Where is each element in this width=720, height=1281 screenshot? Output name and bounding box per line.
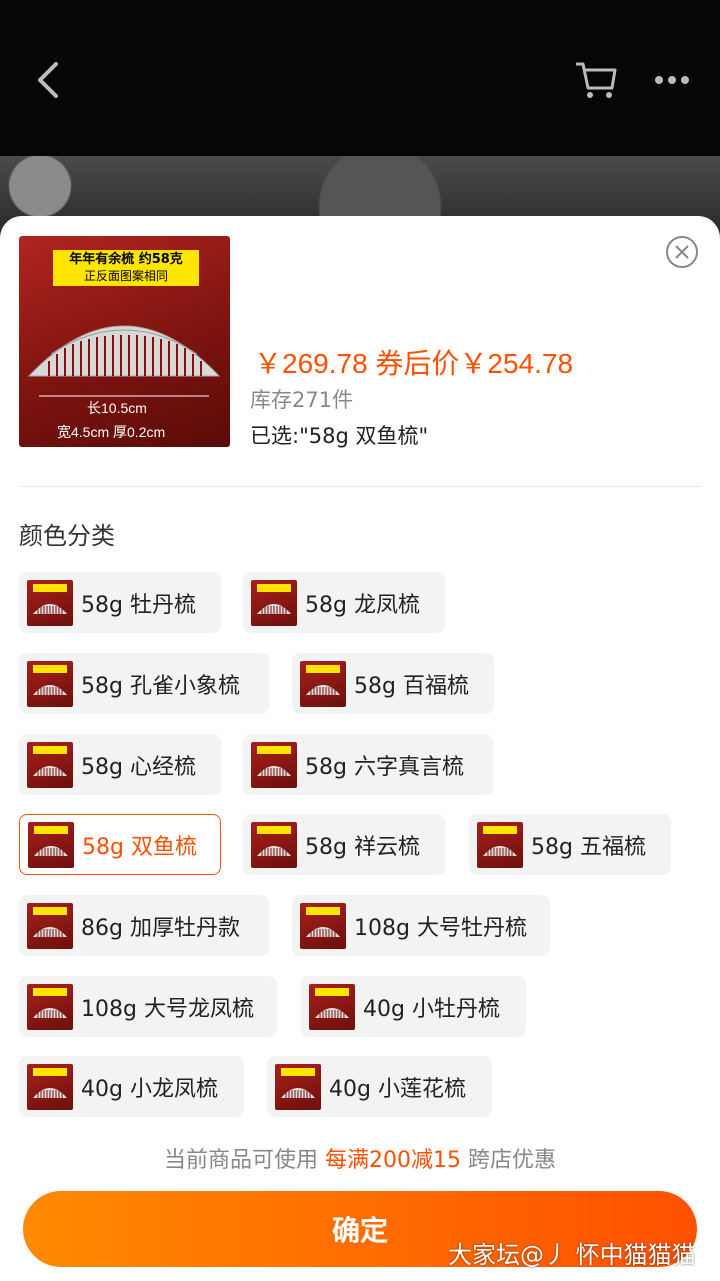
variant-option-label: 58g 祥云梳 <box>305 834 420 860</box>
promo-prefix: 当前商品可使用 <box>163 1148 318 1173</box>
variant-thumbnail <box>300 902 346 949</box>
variant-thumbnail <box>251 821 297 868</box>
variant-section-title: 颜色分类 <box>19 522 115 550</box>
stock-count: 库存271件 <box>250 388 354 412</box>
sku-selector-sheet: 年年有余梳 约58克 正反面图案相同 长10.5cm 宽4.5cm 厚0.2cm <box>0 216 720 1281</box>
variant-thumbnail <box>28 821 74 868</box>
divider <box>19 486 700 487</box>
thumb-length-label: 长10.5cm <box>87 400 147 416</box>
variant-thumbnail <box>27 579 73 626</box>
variant-thumbnail <box>309 983 355 1030</box>
variant-option[interactable]: 58g 心经梳 <box>19 734 221 795</box>
variant-option[interactable]: 108g 大号龙凤梳 <box>19 976 277 1037</box>
variant-thumbnail <box>251 741 297 788</box>
promo-highlight[interactable]: 每满200减15 <box>325 1148 461 1173</box>
variant-option-label: 58g 双鱼梳 <box>82 834 197 860</box>
variant-thumbnail <box>27 1063 73 1110</box>
variant-option[interactable]: 40g 小牡丹梳 <box>301 976 526 1037</box>
variant-thumbnail <box>27 741 73 788</box>
variant-thumbnail <box>27 902 73 949</box>
back-button[interactable] <box>18 50 78 110</box>
variant-option[interactable]: 40g 小龙凤梳 <box>19 1056 244 1117</box>
variant-option-label: 40g 小莲花梳 <box>329 1076 466 1102</box>
variant-option[interactable]: 58g 六字真言梳 <box>243 734 493 795</box>
variant-option-label: 58g 牡丹梳 <box>81 592 196 618</box>
variant-thumbnail <box>300 660 346 707</box>
variant-thumbnail <box>477 821 523 868</box>
variant-option[interactable]: 58g 百福梳 <box>292 653 494 714</box>
variant-option[interactable]: 108g 大号牡丹梳 <box>292 895 550 956</box>
variant-thumbnail <box>251 579 297 626</box>
close-icon <box>675 245 689 259</box>
close-button[interactable] <box>666 236 698 268</box>
variant-option[interactable]: 58g 龙凤梳 <box>243 572 445 633</box>
promo-suffix: 跨店优惠 <box>468 1148 557 1173</box>
variant-option[interactable]: 40g 小莲花梳 <box>267 1056 492 1117</box>
variant-option-label: 108g 大号牡丹梳 <box>354 915 527 941</box>
variant-option-label: 40g 小牡丹梳 <box>363 996 500 1022</box>
variant-option-label: 58g 龙凤梳 <box>305 592 420 618</box>
cart-button[interactable] <box>566 50 626 110</box>
thumb-size-label: 宽4.5cm 厚0.2cm <box>57 424 166 440</box>
variant-option[interactable]: 86g 加厚牡丹款 <box>19 895 269 956</box>
cart-icon <box>576 62 617 98</box>
variant-option-label: 58g 六字真言梳 <box>305 754 464 780</box>
variant-option-label: 58g 心经梳 <box>81 754 196 780</box>
variant-thumbnail <box>275 1063 321 1110</box>
variant-option-label: 58g 孔雀小象梳 <box>81 673 240 699</box>
promo-text: 当前商品可使用 每满200减15 跨店优惠 <box>0 1142 720 1174</box>
variant-option-label: 58g 五福梳 <box>531 834 646 860</box>
variant-option[interactable]: 58g 五福梳 <box>469 814 671 875</box>
variant-thumbnail <box>27 660 73 707</box>
product-thumbnail: 年年有余梳 约58克 正反面图案相同 长10.5cm 宽4.5cm 厚0.2cm <box>19 236 230 447</box>
selected-variant-text: 已选:"58g 双鱼梳" <box>250 424 429 448</box>
variant-option-label: 40g 小龙凤梳 <box>81 1076 218 1102</box>
variant-option[interactable]: 58g 双鱼梳 <box>19 814 221 875</box>
variant-thumbnail <box>27 983 73 1030</box>
chevron-left-icon <box>38 62 58 98</box>
variant-option-label: 86g 加厚牡丹款 <box>81 915 240 941</box>
variant-option[interactable]: 58g 孔雀小象梳 <box>19 653 269 714</box>
variant-option[interactable]: 58g 祥云梳 <box>243 814 445 875</box>
more-button[interactable] <box>642 50 702 110</box>
more-dots-icon <box>655 76 689 84</box>
variant-option-label: 108g 大号龙凤梳 <box>81 996 254 1022</box>
price-line: ￥269.78 券后价￥254.78 <box>254 348 574 379</box>
watermark-text: 大家坛@丿 怀中猫猫猫 <box>448 1241 696 1269</box>
variant-option[interactable]: 58g 牡丹梳 <box>19 572 221 633</box>
variant-option-label: 58g 百福梳 <box>354 673 469 699</box>
